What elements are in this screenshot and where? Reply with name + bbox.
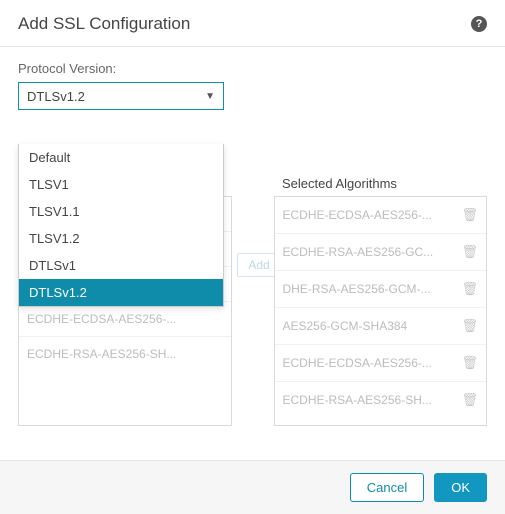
dialog-title: Add SSL Configuration (18, 14, 190, 34)
dropdown-option-tlsv11[interactable]: TLSV1.1 (19, 198, 223, 225)
dropdown-option-default[interactable]: Default (19, 144, 223, 171)
dialog-footer: Cancel OK (0, 460, 505, 514)
cancel-button[interactable]: Cancel (350, 473, 424, 502)
list-item[interactable]: ECDHE-RSA-AES256-GC...🗑 (275, 234, 487, 271)
protocol-version-dropdown[interactable]: Default TLSV1 TLSV1.1 TLSV1.2 DTLSv1 DTL… (18, 144, 224, 307)
trash-icon[interactable]: 🗑 (461, 355, 478, 371)
selected-algorithms-column: Selected Algorithms ECDHE-ECDSA-AES256-.… (274, 196, 488, 426)
list-item[interactable]: DHE-RSA-AES256-GCM-...🗑 (275, 271, 487, 308)
protocol-version-select[interactable]: DTLSv1.2 ▼ (18, 82, 224, 110)
trash-icon[interactable]: 🗑 (461, 318, 478, 334)
dialog-header: Add SSL Configuration ? (0, 0, 505, 47)
dropdown-option-tlsv12[interactable]: TLSV1.2 (19, 225, 223, 252)
ok-button[interactable]: OK (434, 473, 487, 502)
trash-icon[interactable]: 🗑 (461, 392, 478, 408)
protocol-version-label: Protocol Version: (18, 61, 487, 76)
selected-algorithms-label: Selected Algorithms (282, 176, 397, 191)
trash-icon[interactable]: 🗑 (461, 281, 478, 297)
list-item[interactable]: ECDHE-RSA-AES256-SH... (19, 337, 231, 371)
dropdown-option-dtlsv12[interactable]: DTLSv1.2 (19, 279, 223, 306)
trash-icon[interactable]: 🗑 (461, 244, 478, 260)
help-icon[interactable]: ? (471, 16, 487, 32)
list-item[interactable]: ECDHE-RSA-AES256-SH...🗑 (275, 382, 487, 418)
select-value: DTLSv1.2 (27, 89, 85, 104)
list-item[interactable]: ECDHE-ECDSA-AES256-... (19, 302, 231, 337)
ssl-config-dialog: Add SSL Configuration ? Protocol Version… (0, 0, 505, 514)
chevron-down-icon: ▼ (205, 91, 215, 102)
list-item[interactable]: AES256-GCM-SHA384🗑 (275, 308, 487, 345)
dropdown-option-dtlsv1[interactable]: DTLSv1 (19, 252, 223, 279)
list-item[interactable]: ECDHE-ECDSA-AES256-...🗑 (275, 197, 487, 234)
trash-icon[interactable]: 🗑 (461, 207, 478, 223)
selected-algorithms-list[interactable]: ECDHE-ECDSA-AES256-...🗑 ECDHE-RSA-AES256… (274, 196, 488, 426)
dialog-content: Protocol Version: DTLSv1.2 ▼ Default TLS… (0, 47, 505, 460)
dropdown-option-tlsv1[interactable]: TLSV1 (19, 171, 223, 198)
list-item[interactable]: ECDHE-ECDSA-AES256-...🗑 (275, 345, 487, 382)
